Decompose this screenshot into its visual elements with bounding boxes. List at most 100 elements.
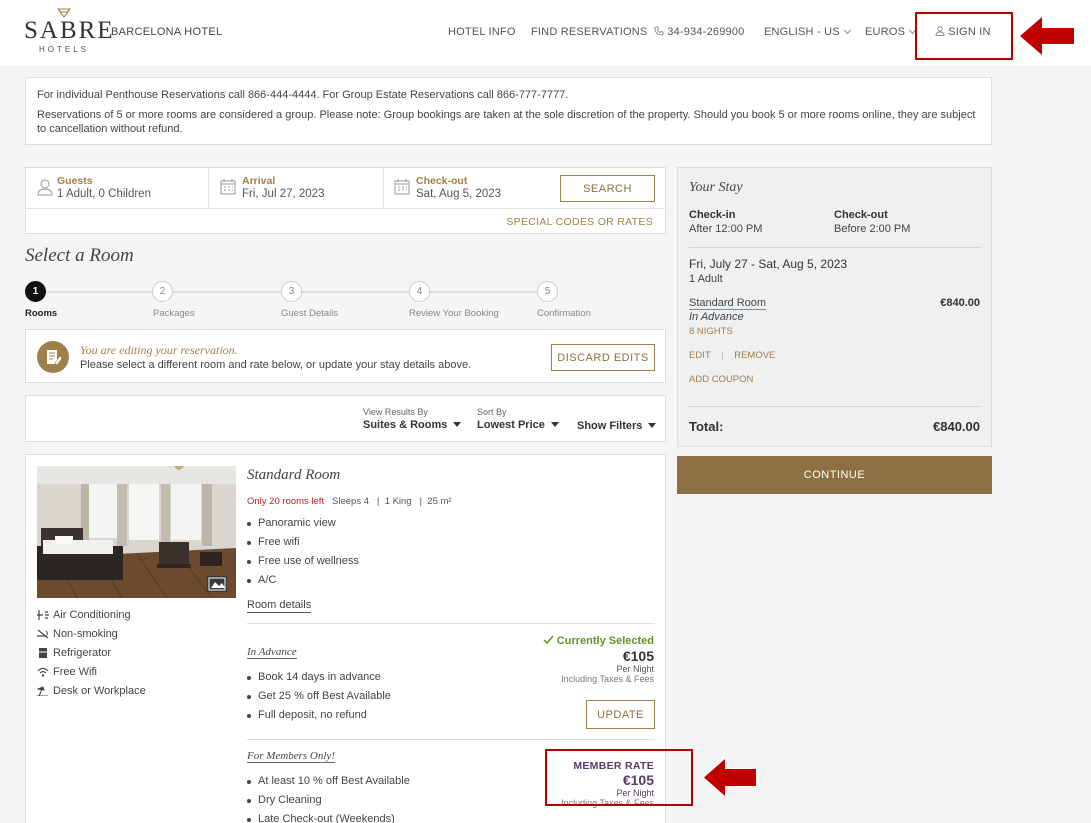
edit-link[interactable]: EDIT <box>689 350 710 361</box>
remove-link[interactable]: REMOVE <box>734 350 775 361</box>
guests-field[interactable]: Guests 1 Adult, 0 Children <box>26 168 209 208</box>
update-button[interactable]: UPDATE <box>586 700 655 729</box>
rate-bullets: At least 10 % off Best Available Dry Cle… <box>247 772 410 823</box>
list-item: Late Check-out (Weekends) <box>247 810 410 823</box>
sort-by-value: Lowest Price <box>477 419 545 431</box>
nav-hotel-info[interactable]: HOTEL INFO <box>448 26 516 38</box>
rate-name-members[interactable]: For Members Only! <box>247 750 335 763</box>
checkout-value: Before 2:00 PM <box>834 223 911 235</box>
room-meta: Only 20 rooms left Sleeps 4 | 1 King | 2… <box>247 496 452 507</box>
refrigerator-icon <box>39 648 47 659</box>
room-sleeps: Sleeps 4 <box>332 496 369 507</box>
amenity-label: Air Conditioning <box>53 609 131 621</box>
stay-room-name-link[interactable]: Standard Room <box>689 297 767 310</box>
guests-label: Guests <box>57 175 93 187</box>
stay-room-price: €840.00 <box>940 297 980 309</box>
step-4-dot: 4 <box>409 281 430 302</box>
view-results-label: View Results By <box>363 407 428 417</box>
nights-toggle[interactable]: 8 NIGHTS <box>689 326 733 337</box>
arrival-value: Fri, Jul 27, 2023 <box>242 188 325 200</box>
list-item: Dry Cleaning <box>247 791 410 810</box>
annotation-highlight-box <box>915 12 1013 60</box>
sort-by-select[interactable]: Sort By Lowest Price <box>477 407 559 431</box>
special-codes-label: SPECIAL CODES OR RATES <box>506 216 653 228</box>
editing-title: You are editing your reservation. <box>80 343 238 357</box>
caret-down-icon <box>648 423 657 428</box>
search-button[interactable]: SEARCH <box>560 175 655 202</box>
phone-icon <box>654 26 664 36</box>
show-filters-label: Show Filters <box>577 420 643 432</box>
wifi-icon <box>37 668 49 677</box>
amenity-label: Free Wifi <box>53 666 97 678</box>
guests-value: 1 Adult, 0 Children <box>57 188 151 200</box>
stay-guests: 1 Adult <box>689 273 723 285</box>
page-title: Select a Room <box>25 245 134 266</box>
room-image <box>37 466 236 598</box>
step-3-label: Guest Details <box>281 308 339 319</box>
step-5-dot: 5 <box>537 281 558 302</box>
results-filter-bar: View Results By Suites & Rooms Sort By L… <box>25 395 666 442</box>
amenity-non-smoking: Non-smoking <box>37 628 118 640</box>
annotation-highlight-box <box>545 749 693 806</box>
rate-price-in-advance: Currently Selected €105 Per Night Includ… <box>543 635 654 684</box>
amenity-air-conditioning: Air Conditioning <box>37 609 131 621</box>
nav-phone[interactable]: 34-934-269900 <box>654 26 745 38</box>
list-item: Book 14 days in advance <box>247 668 391 687</box>
nights-label: 8 NIGHTS <box>689 326 733 337</box>
calendar-icon <box>220 179 236 195</box>
checkin-label: Check-in <box>689 209 736 221</box>
step-2-label: Packages <box>153 308 195 319</box>
discard-edits-button[interactable]: DISCARD EDITS <box>551 344 655 371</box>
logo-sub: HOTELS <box>38 45 89 54</box>
room-bed: 1 King <box>384 496 412 507</box>
notice-line-2: Reservations of 5 or more rooms are cons… <box>37 109 976 135</box>
step-3-dot: 3 <box>281 281 302 302</box>
sabre-logo[interactable]: SABRE HOTELS <box>24 8 115 58</box>
amenity-desk: Desk or Workplace <box>37 685 146 697</box>
view-results-select[interactable]: View Results By Suites & Rooms <box>363 407 462 431</box>
checkout-value: Sat, Aug 5, 2023 <box>416 188 502 200</box>
special-codes-row: SPECIAL CODES OR RATES <box>26 208 665 234</box>
checkout-field[interactable]: Check-out Sat, Aug 5, 2023 <box>384 168 554 208</box>
logo-brand: SABRE <box>24 17 115 44</box>
editing-message: Please select a different room and rate … <box>80 359 472 371</box>
step-4-label: Review Your Booking <box>409 308 499 319</box>
list-item: Panoramic view <box>247 514 359 533</box>
amenity-label: Non-smoking <box>53 628 118 640</box>
amenity-refrigerator: Refrigerator <box>37 647 111 659</box>
rate-bullets: Book 14 days in advance Get 25 % off Bes… <box>247 668 391 725</box>
divider <box>689 406 981 407</box>
price-amount: €105 <box>622 648 654 664</box>
air-conditioning-icon <box>37 610 49 621</box>
caret-down-icon <box>550 422 559 427</box>
total-label: Total: <box>689 419 724 434</box>
currency-label: EUROS <box>865 26 906 38</box>
group-notice: For individual Penthouse Reservations ca… <box>25 77 992 145</box>
rooms-left: Only 20 rooms left <box>247 496 325 507</box>
continue-button[interactable]: CONTINUE <box>677 456 992 494</box>
price-taxes: Including Taxes & Fees <box>561 674 654 684</box>
arrival-field[interactable]: Arrival Fri, Jul 27, 2023 <box>209 168 384 208</box>
nav-currency-select[interactable]: EUROS <box>865 26 917 38</box>
nav-language-select[interactable]: ENGLISH - US <box>764 26 851 38</box>
step-1-label: Rooms <box>25 308 58 319</box>
add-coupon-link[interactable]: ADD COUPON <box>689 374 753 385</box>
special-codes-toggle[interactable]: SPECIAL CODES OR RATES <box>506 216 653 228</box>
desk-lamp-icon <box>37 686 48 697</box>
divider <box>247 739 655 740</box>
your-stay-panel: Your Stay Check-in After 12:00 PM Check-… <box>677 167 992 447</box>
price-per: Per Night <box>616 664 654 674</box>
room-details-link[interactable]: Room details <box>247 599 312 613</box>
room-photo[interactable] <box>37 466 236 598</box>
caret-down-icon <box>453 422 462 427</box>
no-smoking-icon <box>37 629 49 639</box>
nav-find-reservations[interactable]: FIND RESERVATIONS <box>531 26 647 38</box>
currently-selected-status: Currently Selected <box>543 635 654 647</box>
view-results-value: Suites & Rooms <box>363 419 448 431</box>
stay-dates: Fri, July 27 - Sat, Aug 5, 2023 <box>689 257 848 271</box>
show-filters-toggle[interactable]: Show Filters <box>577 418 657 432</box>
checkin-value: After 12:00 PM <box>689 223 763 235</box>
rate-name-in-advance[interactable]: In Advance <box>247 646 297 659</box>
checkout-label: Check-out <box>834 209 888 221</box>
calendar-icon <box>394 179 410 195</box>
